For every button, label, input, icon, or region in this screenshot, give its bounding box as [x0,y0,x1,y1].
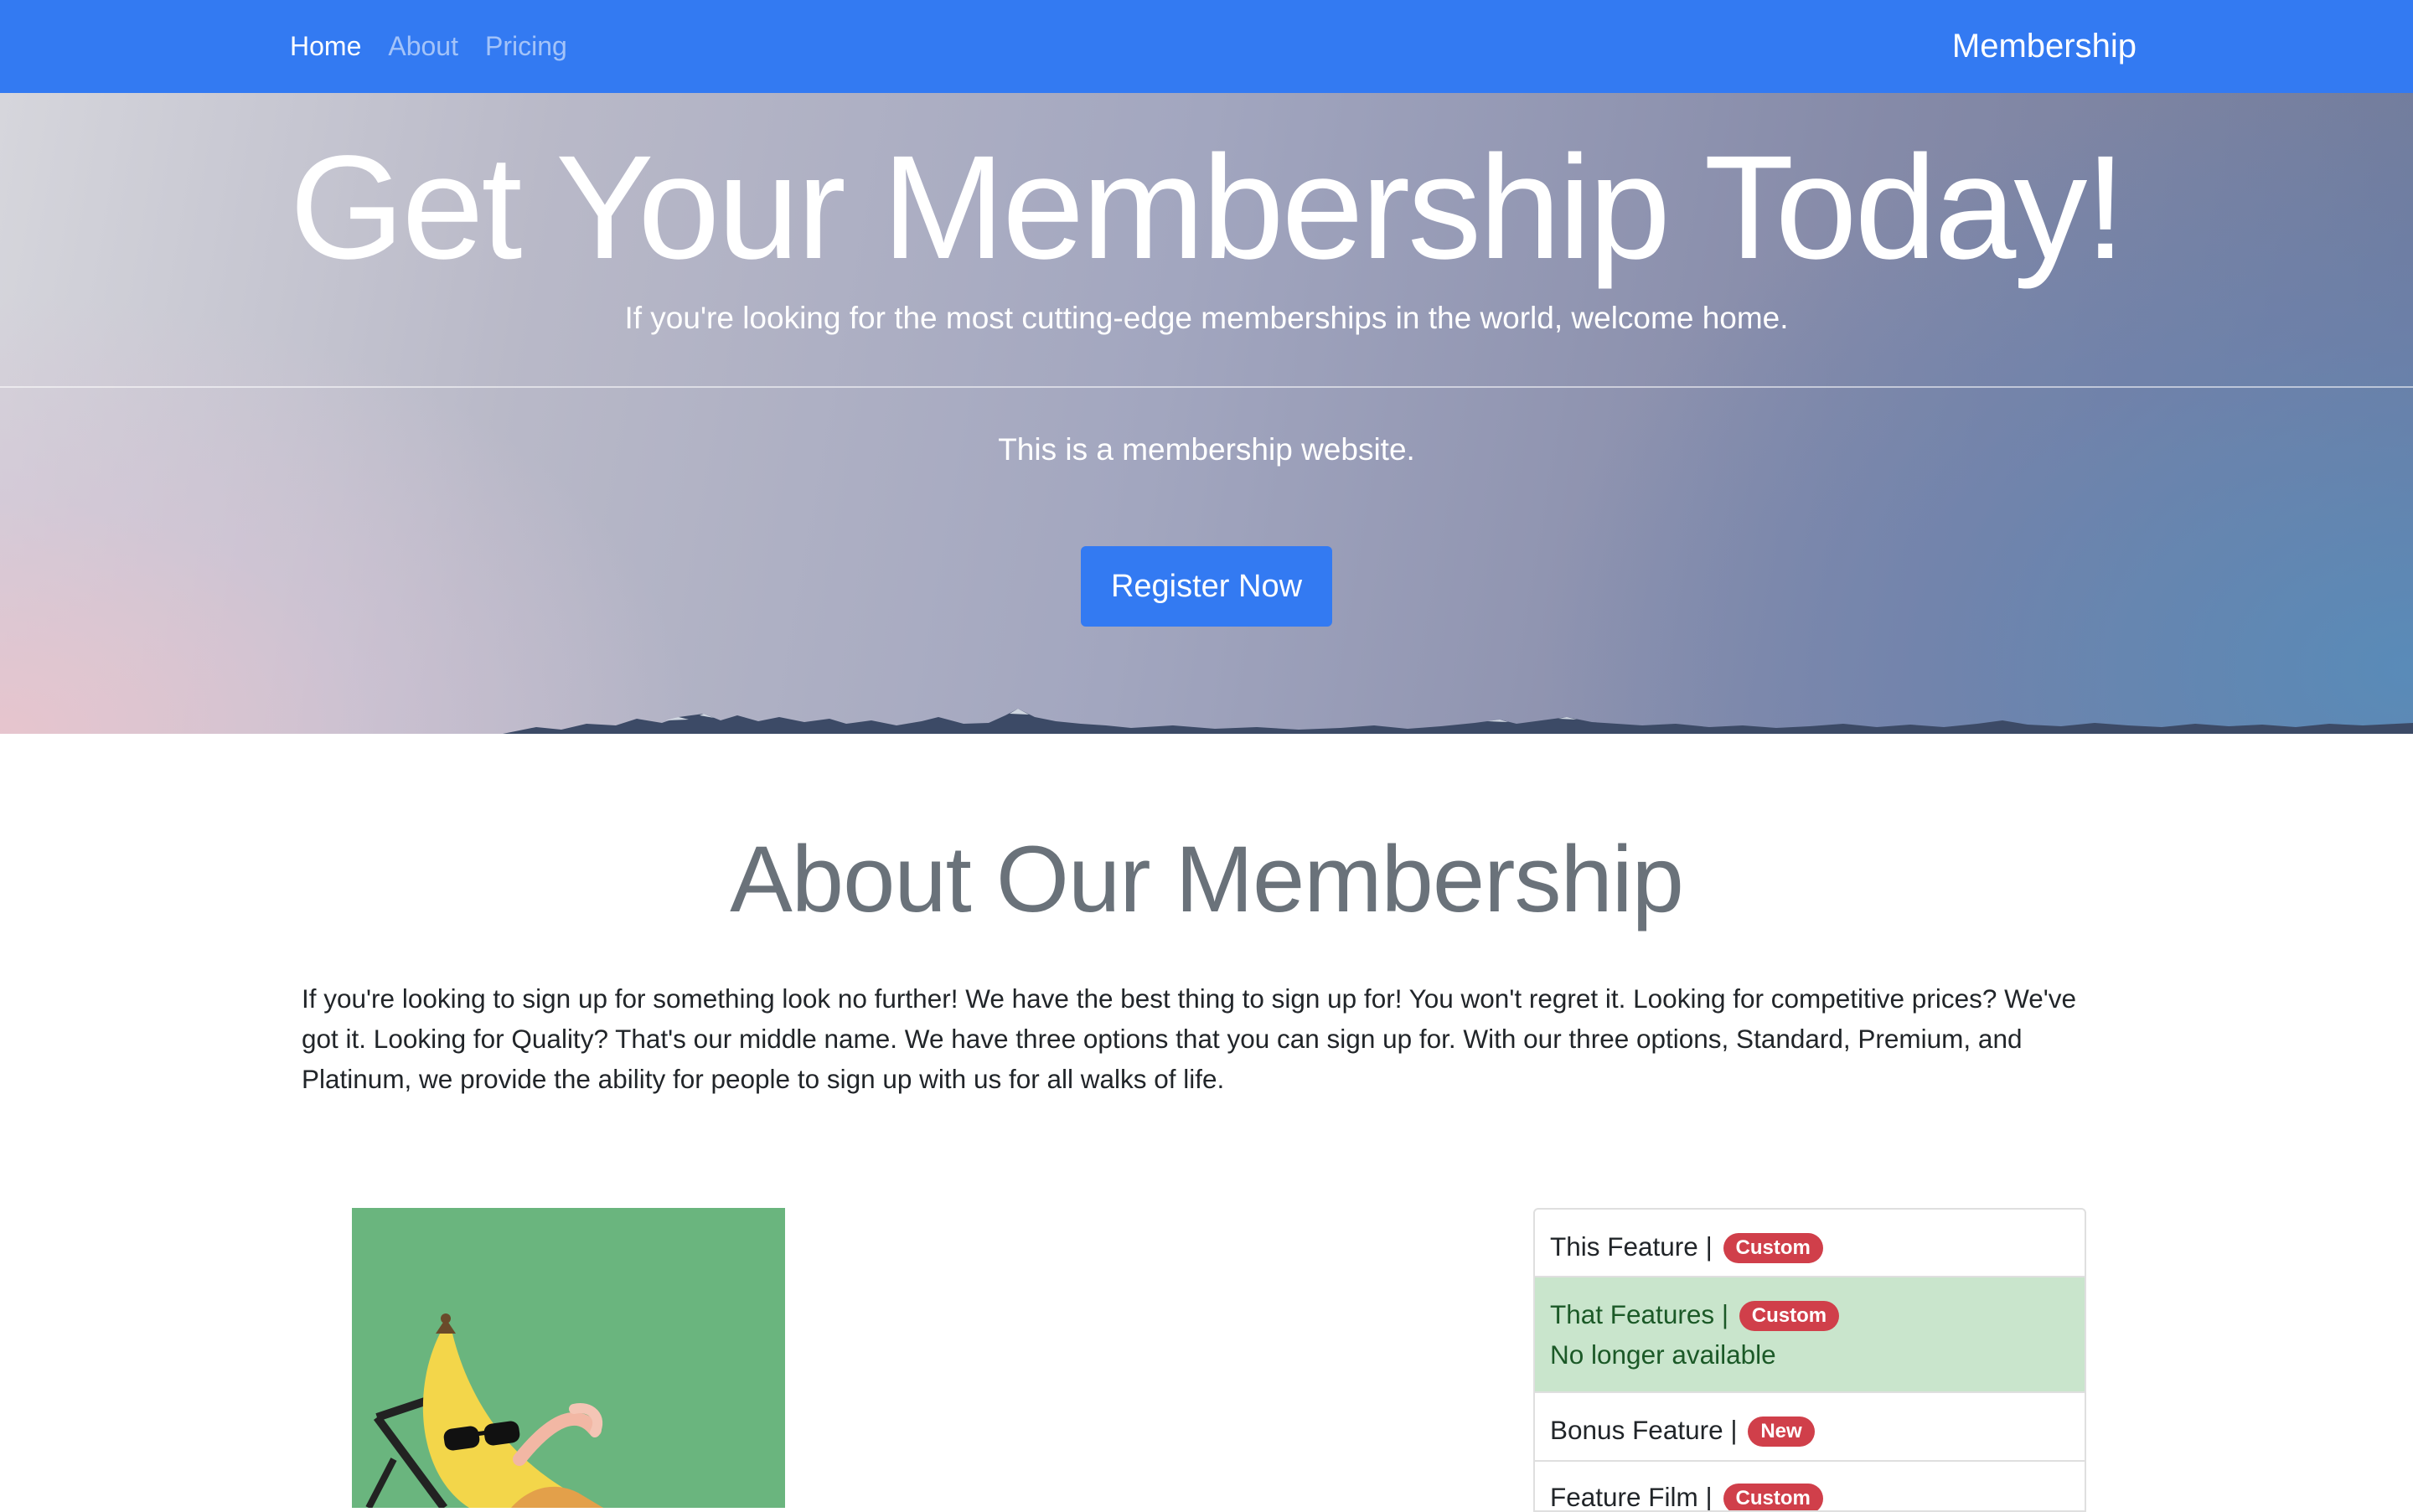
feature-label: Bonus Feature | [1550,1415,1738,1445]
about-title: About Our Membership [730,827,1684,931]
hero-subtext: This is a membership website. [998,432,1415,467]
hero-divider [0,386,2413,388]
feature-note: No longer available [1550,1339,1776,1370]
custom-badge: Custom [1739,1301,1840,1331]
mountain-range-image [503,709,2413,734]
hero-lead: If you're looking for the most cutting-e… [624,301,1789,335]
nav-link-pricing[interactable]: Pricing [485,31,567,62]
nav-links: Home About Pricing [290,0,567,93]
list-item: Bonus Feature | New [1533,1393,2086,1462]
hero-jumbotron: Get Your Membership Today! If you're loo… [0,93,2413,734]
navbar: Home About Pricing Membership [0,0,2413,93]
list-item: That Features | Custom No longer availab… [1533,1277,2086,1393]
about-description: If you're looking to sign up for somethi… [302,983,2077,1094]
navbar-brand[interactable]: Membership [1952,0,2137,93]
list-item: This Feature | Custom [1533,1208,2086,1277]
register-now-button[interactable]: Register Now [1081,546,1332,627]
feature-label: That Features | [1550,1299,1729,1329]
feature-list: This Feature | Custom That Features | Cu… [1533,1208,2086,1512]
nav-link-home[interactable]: Home [290,31,361,62]
banana-illustration [352,1208,785,1508]
banana-sunbathing-icon [365,1313,603,1508]
custom-badge: Custom [1723,1233,1823,1263]
list-item: Feature Film | Custom [1533,1462,2086,1512]
nav-link-about[interactable]: About [388,31,458,62]
feature-label: This Feature | [1550,1231,1713,1262]
hero-title: Get Your Membership Today! [289,126,2126,290]
new-badge: New [1748,1417,1815,1447]
